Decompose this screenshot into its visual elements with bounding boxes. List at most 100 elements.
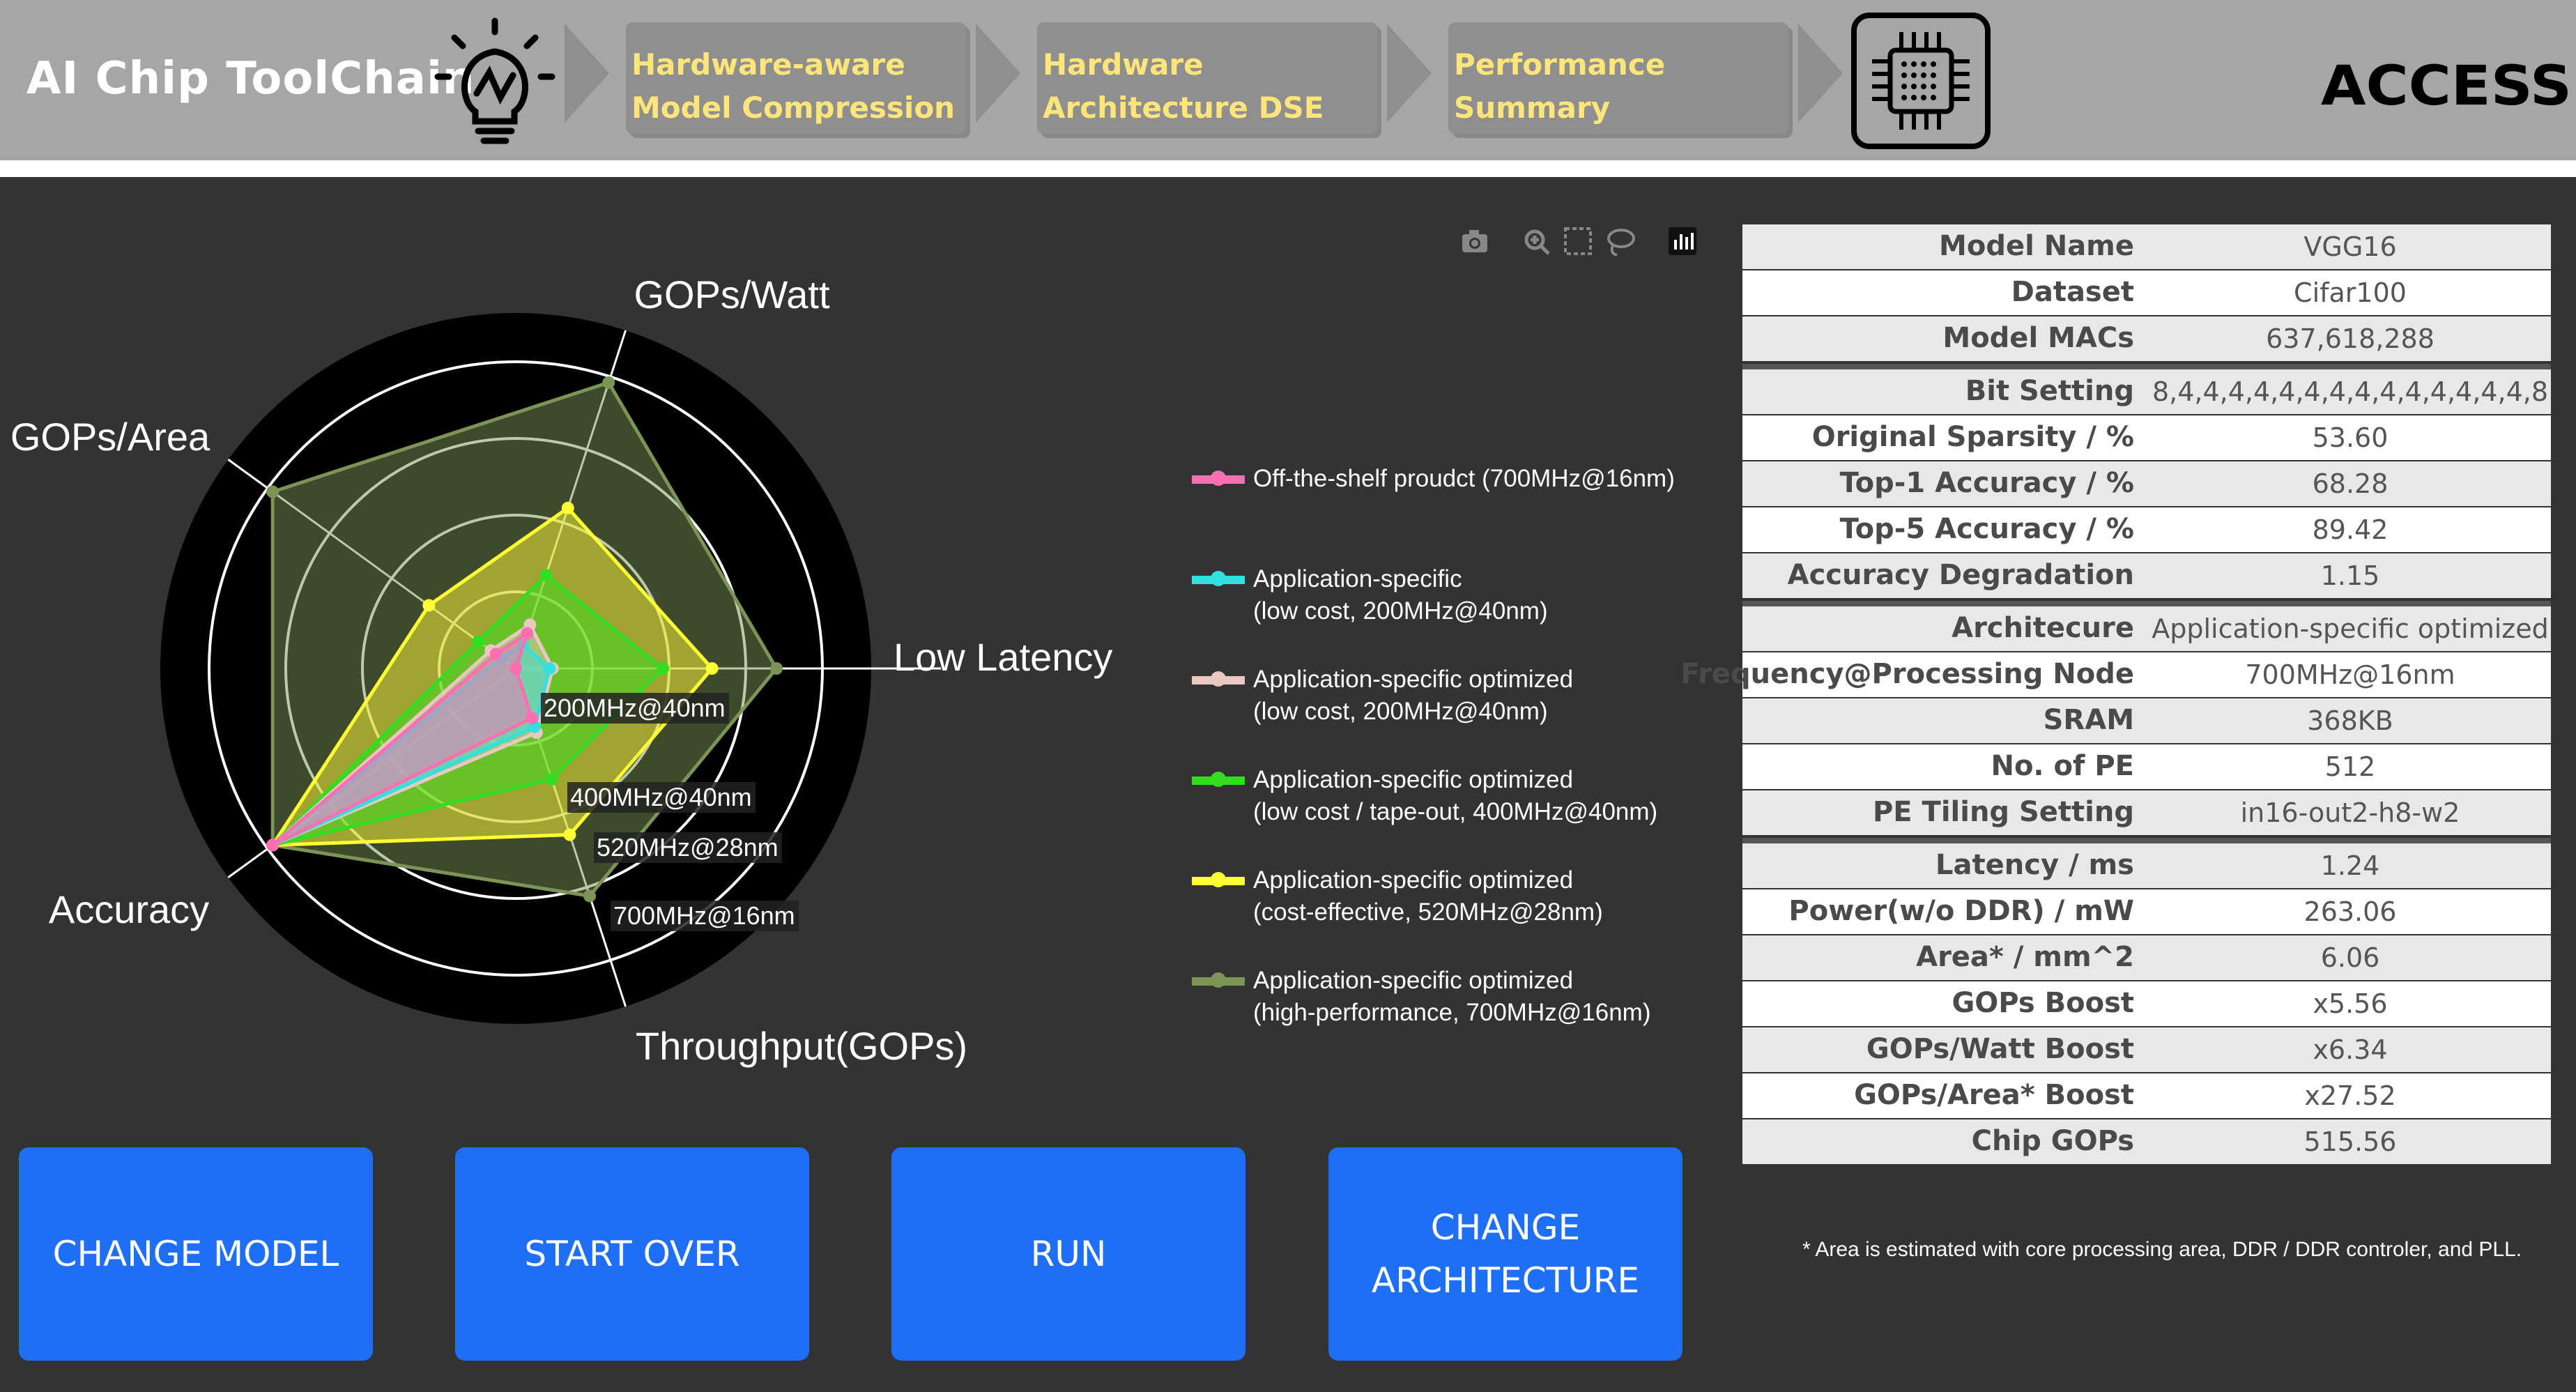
row-label: GOPs Boost	[1952, 987, 2134, 1019]
app-title: AI Chip ToolChain	[26, 53, 475, 105]
radar-series-point	[526, 712, 539, 725]
legend-marker	[1213, 774, 1224, 785]
chevron-right-icon	[976, 24, 1020, 123]
table-row: Top-5 Accuracy / % 89.42	[1742, 507, 2551, 552]
access-logo-text: ACCESS	[2321, 55, 2572, 117]
radar-series-point	[543, 662, 556, 675]
start-over-button[interactable]: START OVER	[455, 1147, 809, 1361]
table-row: No. of PE 512	[1742, 744, 2551, 789]
table-row: Frequency@Processing Node 700MHz@16nm	[1680, 652, 2551, 697]
row-label: Area* / mm^2	[1916, 941, 2134, 973]
chip-icon	[1851, 13, 1991, 149]
row-label: Latency / ms	[1935, 849, 2134, 881]
legend-marker	[1213, 974, 1224, 986]
row-label: Accuracy Degradation	[1787, 559, 2134, 591]
row-value: 263.06	[2303, 896, 2397, 927]
zoom-icon[interactable]	[1524, 229, 1550, 255]
row-value: 6.06	[2320, 942, 2380, 973]
table-row: PE Tiling Setting in16-out2-h8-w2	[1742, 790, 2551, 835]
chevron-right-icon	[1798, 24, 1843, 123]
row-label: GOPs/Watt Boost	[1866, 1033, 2134, 1065]
row-value: VGG16	[2303, 231, 2397, 262]
radar-annotation: 200MHz@40nm	[544, 694, 726, 722]
legend-label: Application-specific optimized (low cost…	[1253, 766, 1658, 825]
camera-icon[interactable]	[1462, 230, 1487, 252]
radar-series-point	[770, 662, 783, 675]
row-label: SRAM	[2043, 704, 2134, 736]
legend-marker	[1213, 573, 1224, 584]
legend-label: Application-specific (low cost, 200MHz@4…	[1253, 565, 1548, 625]
row-label: Power(w/o DDR) / mW	[1788, 895, 2134, 927]
plotly-logo-icon[interactable]	[1669, 227, 1696, 255]
change-architecture-button[interactable]: CHANGE ARCHITECTURE	[1328, 1147, 1682, 1361]
row-value: 1.24	[2320, 850, 2380, 881]
row-value: Cifar100	[2294, 277, 2407, 308]
row-label: No. of PE	[1991, 750, 2134, 782]
table-row: GOPs/Area* Boost x27.52	[1742, 1073, 2551, 1118]
row-value: 1.15	[2320, 560, 2380, 591]
legend-marker	[1213, 874, 1224, 885]
table-row: Accuracy Degradation 1.15	[1742, 553, 2551, 598]
header-divider	[0, 160, 2576, 177]
radar-series-point	[563, 828, 576, 841]
radar-series-point	[266, 839, 279, 852]
radar-series-point	[657, 662, 670, 675]
radar-axis-label: Low Latency	[894, 635, 1112, 679]
row-label: Frequency@Processing Node	[1680, 658, 2134, 690]
row-value: 53.60	[2312, 422, 2389, 453]
legend-label: Application-specific optimized (high-per…	[1253, 967, 1651, 1026]
table-row: GOPs/Watt Boost x6.34	[1742, 1027, 2551, 1072]
radar-series-point	[521, 627, 534, 640]
legend-label: Application-specific optimized (cost-eff…	[1253, 866, 1603, 926]
row-label: PE Tiling Setting	[1872, 796, 2134, 828]
row-value: 515.56	[2303, 1126, 2397, 1157]
radar-series-point	[509, 662, 522, 675]
table-row: Bit Setting 8,4,4,4,4,4,4,4,4,4,4,4,4,4,4…	[1742, 369, 2551, 414]
row-value: 8,4,4,4,4,4,4,4,4,4,4,4,4,4,4,8	[2152, 376, 2548, 407]
legend-marker	[1213, 473, 1224, 484]
row-value: x6.34	[2313, 1034, 2388, 1065]
box-select-icon[interactable]	[1564, 227, 1592, 255]
row-label: Dataset	[2011, 276, 2134, 308]
table-group-separator	[1742, 601, 2551, 606]
row-value: in16-out2-h8-w2	[2240, 797, 2460, 828]
row-label: Chip GOPs	[1971, 1125, 2134, 1157]
radar-series-point	[266, 485, 279, 498]
row-value: 68.28	[2312, 468, 2389, 499]
row-value: Application-specific optimized	[2152, 613, 2549, 644]
radar-axis-label: Accuracy	[49, 887, 209, 931]
row-label: Model Name	[1939, 230, 2134, 262]
step-model-compression[interactable]: Hardware-aware Model Compression	[626, 22, 966, 134]
top-navigation-bar: AI Chip ToolChain Hardware-aware Model C…	[0, 0, 2576, 160]
row-value: x5.56	[2313, 988, 2388, 1019]
step-architecture-dse[interactable]: Hardware Architecture DSE	[1037, 22, 1377, 134]
table-row: Original Sparsity / % 53.60	[1742, 415, 2551, 460]
chevron-right-icon	[565, 24, 609, 123]
radar-series-point	[705, 662, 719, 675]
run-button[interactable]: RUN	[891, 1147, 1245, 1361]
table-row: SRAM 368KB	[1742, 698, 2551, 743]
radar-axis-label: Throughput(GOPs)	[636, 1024, 967, 1068]
radar-series-point	[422, 599, 436, 612]
radar-axis-label: GOPs/Watt	[634, 273, 830, 316]
access-logo: ACCESS	[2321, 55, 2572, 117]
table-row: Dataset Cifar100	[1742, 270, 2551, 315]
table-row: Model MACs 637,618,288	[1742, 316, 2551, 361]
lightbulb-icon	[434, 17, 555, 144]
change-model-button[interactable]: CHANGE MODEL	[19, 1147, 373, 1361]
legend-marker	[1213, 673, 1224, 684]
table-row: Area* / mm^2 6.06	[1742, 935, 2551, 980]
legend-label: Off-the-shelf proudct (700MHz@16nm)	[1253, 465, 1675, 492]
step-performance-summary[interactable]: Performance Summary	[1448, 22, 1788, 134]
row-value: 700MHz@16nm	[2245, 659, 2455, 690]
table-row: Latency / ms 1.24	[1742, 843, 2551, 888]
lasso-icon[interactable]	[1607, 229, 1635, 257]
radar-annotation: 400MHz@40nm	[570, 783, 752, 811]
table-row: GOPs Boost x5.56	[1742, 981, 2551, 1026]
table-row: Top-1 Accuracy / % 68.28	[1742, 461, 2551, 506]
row-label: Architecure	[1952, 612, 2134, 644]
row-label: Top-1 Accuracy / %	[1839, 467, 2134, 499]
row-value: 637,618,288	[2266, 323, 2435, 354]
row-label: Bit Setting	[1965, 375, 2134, 407]
row-value: 512	[2324, 751, 2376, 782]
